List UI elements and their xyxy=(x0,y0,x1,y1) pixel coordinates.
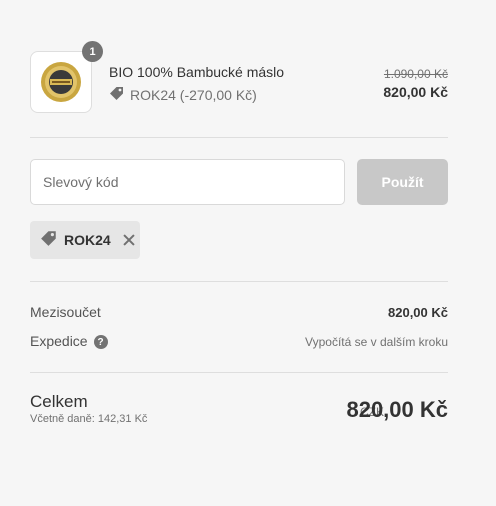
final-price: 820,00 Kč xyxy=(383,84,448,100)
shipping-label: Expedice xyxy=(30,333,88,349)
product-discount-label: ROK24 (-270,00 Kč) xyxy=(130,86,257,103)
subtotal-value: 820,00 Kč xyxy=(388,305,448,320)
divider xyxy=(30,281,448,282)
total-amount: 820,00 Kč xyxy=(346,397,448,422)
subtotal-label: Mezisoučet xyxy=(30,304,101,320)
divider xyxy=(30,372,448,373)
tax-note: Včetně daně: 142,31 Kč xyxy=(30,413,148,425)
shipping-row: Expedice? xyxy=(30,333,108,350)
apply-discount-button[interactable]: Použít xyxy=(357,159,448,205)
applied-code-label: ROK24 xyxy=(64,232,111,248)
discount-code-input[interactable] xyxy=(30,159,345,205)
product-thumbnail xyxy=(30,51,92,113)
original-price: 1.090,00 Kč xyxy=(383,67,448,81)
quantity-badge: 1 xyxy=(82,41,103,62)
close-icon[interactable] xyxy=(123,234,130,246)
product-discount: ROK24 (-270,00 Kč) xyxy=(109,85,257,104)
help-icon[interactable]: ? xyxy=(93,335,108,350)
shipping-value: Vypočítá se v dalším kroku xyxy=(305,335,448,349)
tag-icon xyxy=(40,229,58,252)
product-image xyxy=(41,62,81,102)
applied-discount-chip: ROK24 xyxy=(30,221,140,259)
total-label: Celkem xyxy=(30,392,88,411)
product-name: BIO 100% Bambucké máslo xyxy=(109,64,285,80)
tag-icon xyxy=(109,85,125,104)
divider xyxy=(30,137,448,138)
